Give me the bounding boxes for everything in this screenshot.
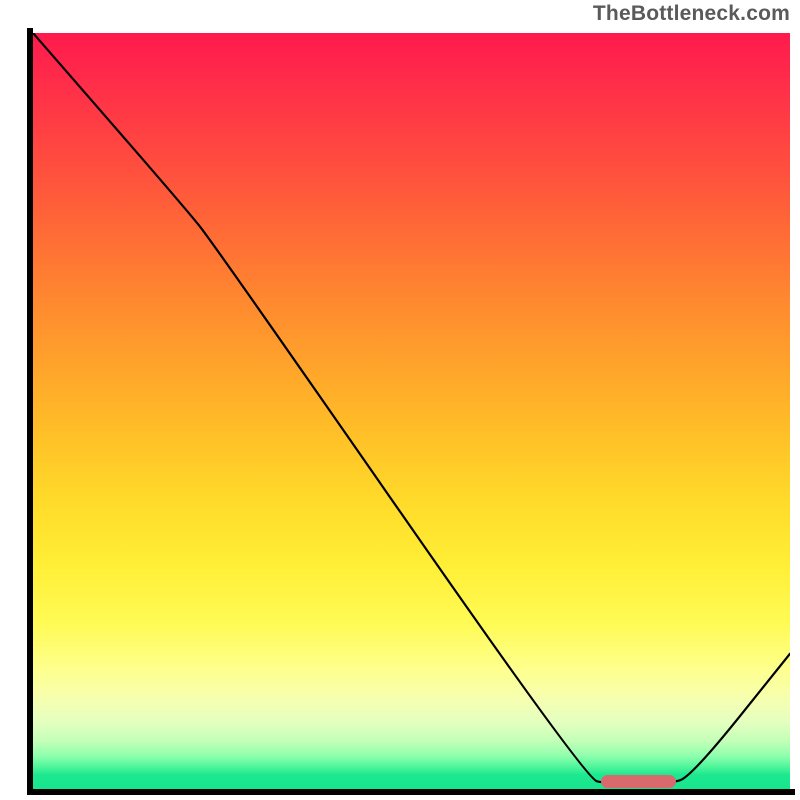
curve-layer	[33, 33, 790, 790]
bottleneck-curve	[33, 33, 790, 784]
optimal-range-marker	[601, 775, 677, 788]
attribution-text: TheBottleneck.com	[593, 2, 790, 26]
y-axis	[27, 28, 33, 795]
x-axis	[27, 789, 795, 795]
plot-area	[33, 33, 790, 790]
